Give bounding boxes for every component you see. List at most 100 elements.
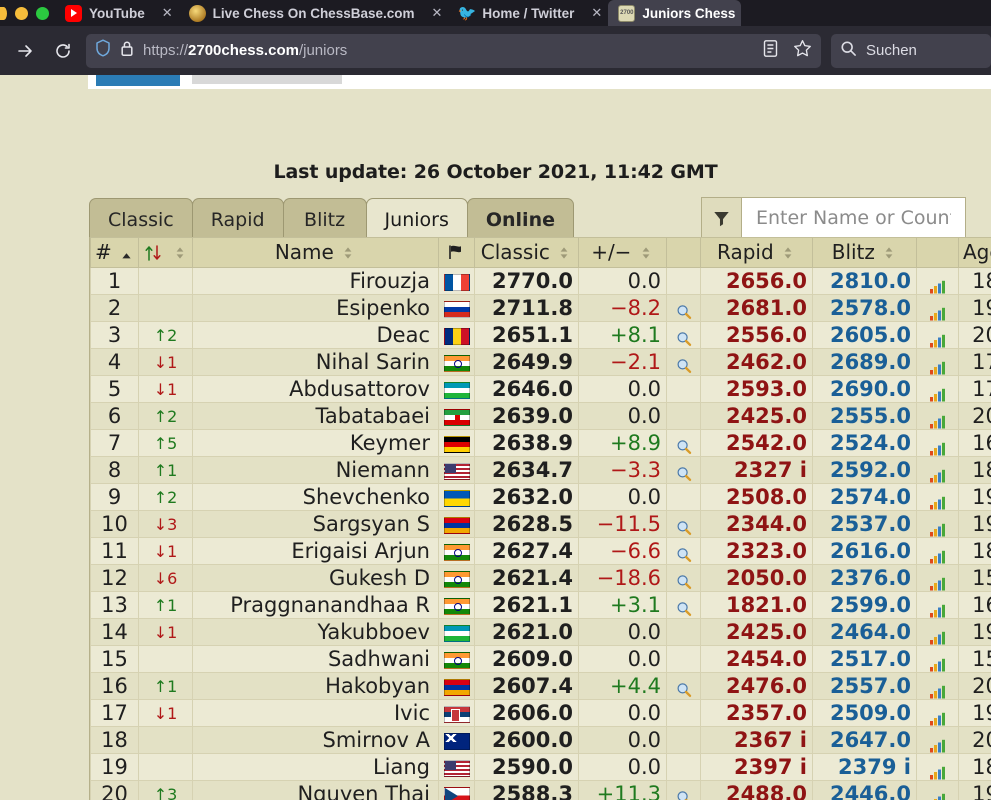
column-header-rapid[interactable]: Rapid <box>700 237 813 268</box>
table-row[interactable]: 10↓3Sargsyan S 2628.5−11.5 2344.02537.0 19 <box>90 510 991 538</box>
cell-chart[interactable] <box>916 402 959 430</box>
cell-magnifier[interactable] <box>666 294 701 322</box>
magnifier-icon[interactable] <box>676 598 692 616</box>
cell-magnifier[interactable] <box>666 672 701 700</box>
shield-icon[interactable] <box>95 39 111 62</box>
rating-chart-icon[interactable] <box>929 653 947 672</box>
browser-search-box[interactable]: Suchen <box>831 33 991 68</box>
cell-player-name[interactable]: Firouzja <box>192 267 439 295</box>
cell-player-name[interactable]: Praggnanandhaa R <box>192 591 439 619</box>
funnel-icon[interactable] <box>701 197 741 239</box>
cell-player-name[interactable]: Smirnov A <box>192 726 439 754</box>
forward-arrow-icon[interactable] <box>6 34 44 68</box>
magnifier-icon[interactable] <box>676 328 692 346</box>
rating-chart-icon[interactable] <box>929 626 947 645</box>
maximize-window-button[interactable] <box>36 7 49 20</box>
cell-magnifier[interactable] <box>666 780 701 800</box>
lock-icon[interactable] <box>120 40 134 62</box>
magnifier-icon[interactable] <box>676 679 692 697</box>
rating-chart-icon[interactable] <box>929 437 947 456</box>
cell-chart[interactable] <box>916 348 959 376</box>
column-header-flag[interactable] <box>438 237 475 268</box>
cell-chart[interactable] <box>916 618 959 646</box>
table-row[interactable]: 20↑3Nguyen Thai 2588.3+11.3 2488.02446.0 19 <box>90 780 991 800</box>
cell-player-name[interactable]: Shevchenko <box>192 483 439 511</box>
table-row[interactable]: 9↑2Shevchenko 2632.00.0 2508.02574.0 19 <box>90 483 991 511</box>
browser-tab-twitter[interactable]: 🐦 Home / Twitter ✕ <box>448 0 608 26</box>
cell-player-name[interactable]: Sargsyan S <box>192 510 439 538</box>
rating-chart-icon[interactable] <box>929 275 947 294</box>
tab-online[interactable]: Online <box>466 198 574 241</box>
cell-player-name[interactable]: Ivic <box>192 699 439 727</box>
column-header-name[interactable]: Name <box>192 237 439 268</box>
table-row[interactable]: 1 Firouzja 2770.00.0 2656.02810.0 18 <box>90 267 991 295</box>
page-header-button-fragment[interactable] <box>96 75 180 86</box>
column-header-plusminus[interactable]: +/− <box>578 237 667 268</box>
tab-classic[interactable]: Classic <box>89 198 193 241</box>
table-row[interactable]: 18 Smirnov A 2600.00.0 2367 i2647.0 20 <box>90 726 991 754</box>
cell-magnifier[interactable] <box>666 591 701 619</box>
magnifier-icon[interactable] <box>676 301 692 319</box>
cell-chart[interactable] <box>916 645 959 673</box>
rating-chart-icon[interactable] <box>929 302 947 321</box>
browser-tab-chessbase[interactable]: Live Chess On ChessBase.com ✕ <box>179 0 449 26</box>
magnifier-icon[interactable] <box>676 436 692 454</box>
magnifier-icon[interactable] <box>676 517 692 535</box>
rating-chart-icon[interactable] <box>929 680 947 699</box>
cell-player-name[interactable]: Erigaisi Arjun <box>192 537 439 565</box>
cell-player-name[interactable]: Abdusattorov <box>192 375 439 403</box>
rating-chart-icon[interactable] <box>929 356 947 375</box>
table-row[interactable]: 19 Liang 2590.00.0 2397 i2379 i 18 <box>90 753 991 781</box>
cell-player-name[interactable]: Nguyen Thai <box>192 780 439 800</box>
table-row[interactable]: 14↓1Yakubboev 2621.00.0 2425.02464.0 19 <box>90 618 991 646</box>
column-header-rank[interactable]: # <box>90 237 139 268</box>
cell-player-name[interactable]: Hakobyan <box>192 672 439 700</box>
browser-tab-youtube[interactable]: YouTube ✕ <box>55 0 179 26</box>
table-row[interactable]: 17↓1Ivic 2606.00.0 2357.02509.0 19 <box>90 699 991 727</box>
column-header-classic[interactable]: Classic <box>474 237 579 268</box>
table-row[interactable]: 16↑1Hakobyan 2607.4+4.4 2476.02557.0 20 <box>90 672 991 700</box>
rating-chart-icon[interactable] <box>929 518 947 537</box>
search-input[interactable] <box>741 197 966 239</box>
column-header-blitz[interactable]: Blitz <box>812 237 917 268</box>
cell-chart[interactable] <box>916 375 959 403</box>
cell-chart[interactable] <box>916 780 959 800</box>
address-bar[interactable]: https://2700chess.com/juniors <box>86 33 821 68</box>
rating-chart-icon[interactable] <box>929 410 947 429</box>
rating-chart-icon[interactable] <box>929 383 947 402</box>
cell-player-name[interactable]: Esipenko <box>192 294 439 322</box>
cell-magnifier[interactable] <box>666 564 701 592</box>
rating-chart-icon[interactable] <box>929 707 947 726</box>
cell-player-name[interactable]: Niemann <box>192 456 439 484</box>
browser-tab-juniors-chess[interactable]: 2700 Juniors Chess <box>608 0 742 26</box>
rating-chart-icon[interactable] <box>929 572 947 591</box>
tab-blitz[interactable]: Blitz <box>282 198 367 241</box>
table-row[interactable]: 15 Sadhwani 2609.00.0 2454.02517.0 15 <box>90 645 991 673</box>
reader-view-icon[interactable] <box>762 39 779 63</box>
cell-player-name[interactable]: Liang <box>192 753 439 781</box>
close-icon[interactable]: ✕ <box>162 5 173 21</box>
table-row[interactable]: 5↓1Abdusattorov 2646.00.0 2593.02690.0 17 <box>90 375 991 403</box>
cell-chart[interactable] <box>916 537 959 565</box>
magnifier-icon[interactable] <box>676 571 692 589</box>
table-row[interactable]: 6↑2Tabatabaei 2639.00.0 2425.02555.0 20 <box>90 402 991 430</box>
rating-chart-icon[interactable] <box>929 329 947 348</box>
cell-player-name[interactable]: Nihal Sarin <box>192 348 439 376</box>
reload-icon[interactable] <box>44 34 82 68</box>
magnifier-icon[interactable] <box>676 544 692 562</box>
column-header-age[interactable]: Age <box>958 237 991 268</box>
cell-chart[interactable] <box>916 753 959 781</box>
table-row[interactable]: 3↑2Deac 2651.1+8.1 2556.02605.0 20 <box>90 321 991 349</box>
close-icon[interactable]: ✕ <box>432 5 443 21</box>
close-window-button[interactable] <box>0 7 7 20</box>
cell-chart[interactable] <box>916 510 959 538</box>
cell-chart[interactable] <box>916 699 959 727</box>
cell-chart[interactable] <box>916 456 959 484</box>
cell-chart[interactable] <box>916 672 959 700</box>
rating-chart-icon[interactable] <box>929 734 947 753</box>
tab-rapid[interactable]: Rapid <box>191 198 284 241</box>
window-controls[interactable] <box>0 7 55 26</box>
cell-magnifier[interactable] <box>666 456 701 484</box>
table-row[interactable]: 4↓1Nihal Sarin 2649.9−2.1 2462.02689.0 17 <box>90 348 991 376</box>
table-row[interactable]: 8↑1Niemann 2634.7−3.3 2327 i2592.0 18 <box>90 456 991 484</box>
